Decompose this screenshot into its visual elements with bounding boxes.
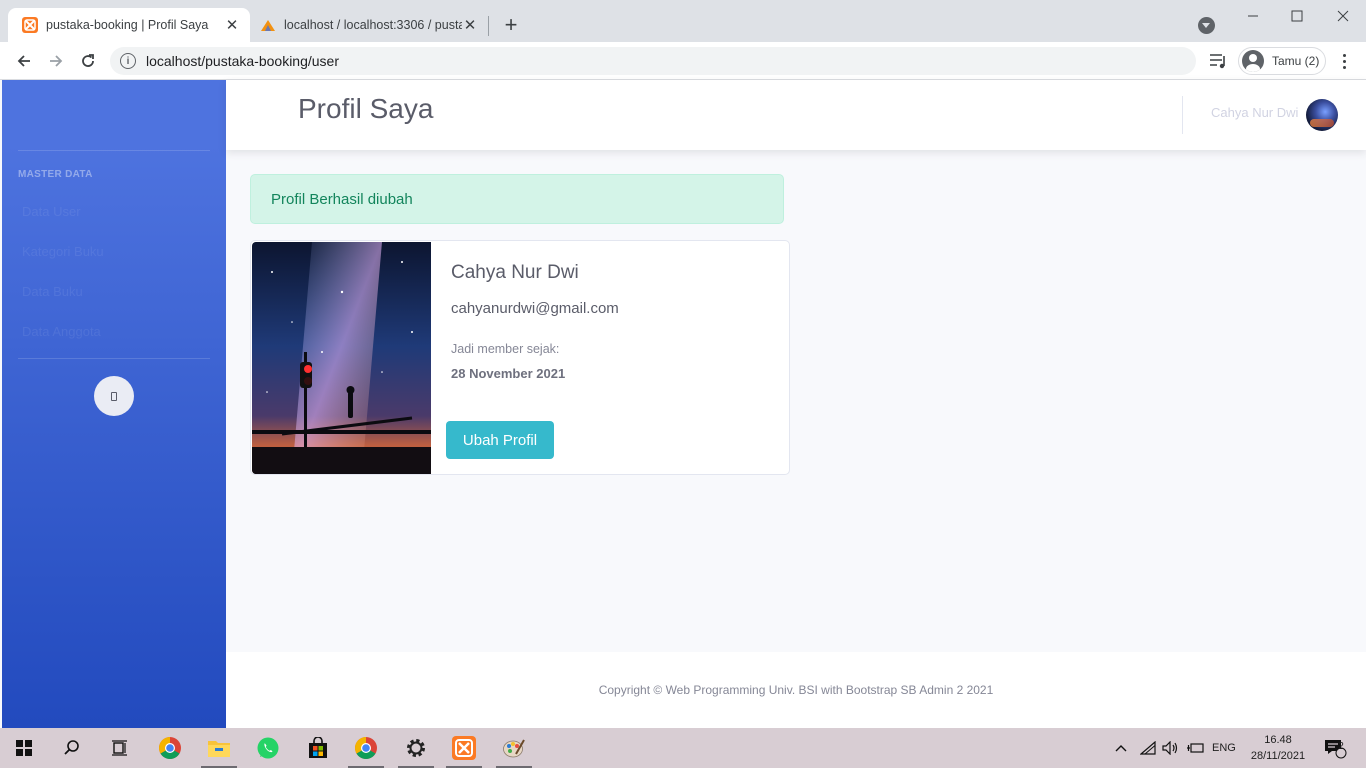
footer: Copyright © Web Programming Univ. BSI wi… xyxy=(226,652,1366,728)
guest-avatar-icon xyxy=(1242,50,1264,72)
tab-separator xyxy=(488,16,489,36)
sidebar-heading: MASTER DATA xyxy=(18,169,93,180)
whatsapp-icon[interactable] xyxy=(248,734,288,762)
phpmyadmin-favicon-icon xyxy=(261,20,275,31)
search-icon[interactable] xyxy=(52,734,92,762)
reload-icon[interactable] xyxy=(76,49,100,73)
address-bar[interactable]: i localhost/pustaka-booking/user xyxy=(110,47,1196,75)
sidebar: MASTER DATA Data User Kategori Buku Data… xyxy=(2,80,226,728)
chrome-icon[interactable] xyxy=(150,734,190,762)
task-view-icon[interactable] xyxy=(100,734,140,762)
browser-profile-button[interactable]: Tamu (2) xyxy=(1238,47,1326,75)
sidebar-item-data-buku[interactable]: Data Buku xyxy=(22,284,83,299)
xampp-favicon-icon xyxy=(22,17,38,33)
minimize-icon[interactable] xyxy=(1242,6,1264,26)
tab-pustaka-booking[interactable]: pustaka-booking | Profil Saya ✕ xyxy=(8,8,250,42)
close-tab-icon[interactable]: ✕ xyxy=(224,17,240,34)
profile-card: Cahya Nur Dwi cahyanurdwi@gmail.com Jadi… xyxy=(250,240,790,475)
tab-search-icon[interactable] xyxy=(1198,17,1215,34)
member-since-label: Jadi member sejak: xyxy=(451,342,560,356)
system-clock[interactable]: 16.48 28/11/2021 xyxy=(1246,732,1310,764)
member-since-date: 28 November 2021 xyxy=(451,366,566,381)
maximize-icon[interactable] xyxy=(1286,6,1308,26)
tab-title: pustaka-booking | Profil Saya xyxy=(46,18,209,32)
sidebar-item-data-anggota[interactable]: Data Anggota xyxy=(22,324,101,339)
profile-label: Tamu (2) xyxy=(1272,54,1320,68)
clock-date: 28/11/2021 xyxy=(1250,750,1306,762)
tab-phpmyadmin[interactable]: localhost / localhost:3306 / pusta ✕ xyxy=(252,8,488,42)
volume-icon[interactable] xyxy=(1162,728,1180,768)
paint-icon[interactable] xyxy=(494,734,534,768)
new-tab-icon[interactable]: + xyxy=(500,12,522,37)
battery-icon[interactable] xyxy=(1186,728,1204,768)
profile-photo xyxy=(252,242,431,474)
language-indicator[interactable]: ENG xyxy=(1212,728,1236,768)
sidebar-divider xyxy=(18,150,210,151)
profile-email: cahyanurdwi@gmail.com xyxy=(451,300,619,317)
show-hidden-icons[interactable] xyxy=(1114,728,1128,768)
site-info-icon[interactable]: i xyxy=(120,53,136,69)
browser-toolbar: i localhost/pustaka-booking/user Tamu (2… xyxy=(0,42,1366,80)
browser-tab-strip: pustaka-booking | Profil Saya ✕ localhos… xyxy=(0,0,1366,42)
clock-time: 16.48 xyxy=(1264,734,1292,746)
file-explorer-icon[interactable] xyxy=(199,734,239,768)
sidebar-item-kategori-buku[interactable]: Kategori Buku xyxy=(22,244,104,259)
page-title: Profil Saya xyxy=(298,93,434,124)
windows-start-icon[interactable] xyxy=(4,734,44,762)
user-avatar[interactable] xyxy=(1306,99,1338,131)
close-window-icon[interactable] xyxy=(1332,6,1354,26)
browser-menu-icon[interactable] xyxy=(1336,51,1352,71)
sidebar-toggle-button[interactable] xyxy=(94,376,134,416)
copyright-text: Copyright © Web Programming Univ. BSI wi… xyxy=(598,683,994,697)
network-icon[interactable] xyxy=(1140,728,1156,768)
close-tab-icon[interactable]: ✕ xyxy=(462,17,478,34)
settings-gear-icon[interactable] xyxy=(396,734,436,768)
page-content: MASTER DATA Data User Kategori Buku Data… xyxy=(0,80,1366,728)
windows-taskbar: ENG 16.48 28/11/2021 2 xyxy=(0,728,1366,768)
edit-profile-button[interactable]: Ubah Profil xyxy=(446,421,554,459)
microsoft-store-icon[interactable] xyxy=(298,734,338,762)
media-playlist-icon[interactable] xyxy=(1208,52,1228,70)
sidebar-divider xyxy=(18,358,210,359)
topbar: Profil Saya Cahya Nur Dwi xyxy=(226,80,1366,150)
notifications-icon[interactable]: 2 xyxy=(1324,728,1348,768)
url-text: localhost/pustaka-booking/user xyxy=(146,53,340,69)
topbar-user-name[interactable]: Cahya Nur Dwi xyxy=(1211,105,1298,120)
success-alert: Profil Berhasil diubah xyxy=(250,174,784,224)
back-arrow-icon[interactable] xyxy=(12,49,36,73)
topbar-divider xyxy=(1182,96,1183,134)
forward-arrow-icon[interactable] xyxy=(44,49,68,73)
alert-message: Profil Berhasil diubah xyxy=(271,190,413,208)
toggle-icon xyxy=(111,391,117,401)
profile-name: Cahya Nur Dwi xyxy=(451,262,579,283)
tab-title: localhost / localhost:3306 / pusta xyxy=(284,18,462,32)
chrome-active-icon[interactable] xyxy=(346,734,386,768)
sidebar-item-data-user[interactable]: Data User xyxy=(22,204,81,219)
xampp-icon[interactable] xyxy=(444,734,484,768)
notification-count: 2 xyxy=(1338,741,1344,752)
